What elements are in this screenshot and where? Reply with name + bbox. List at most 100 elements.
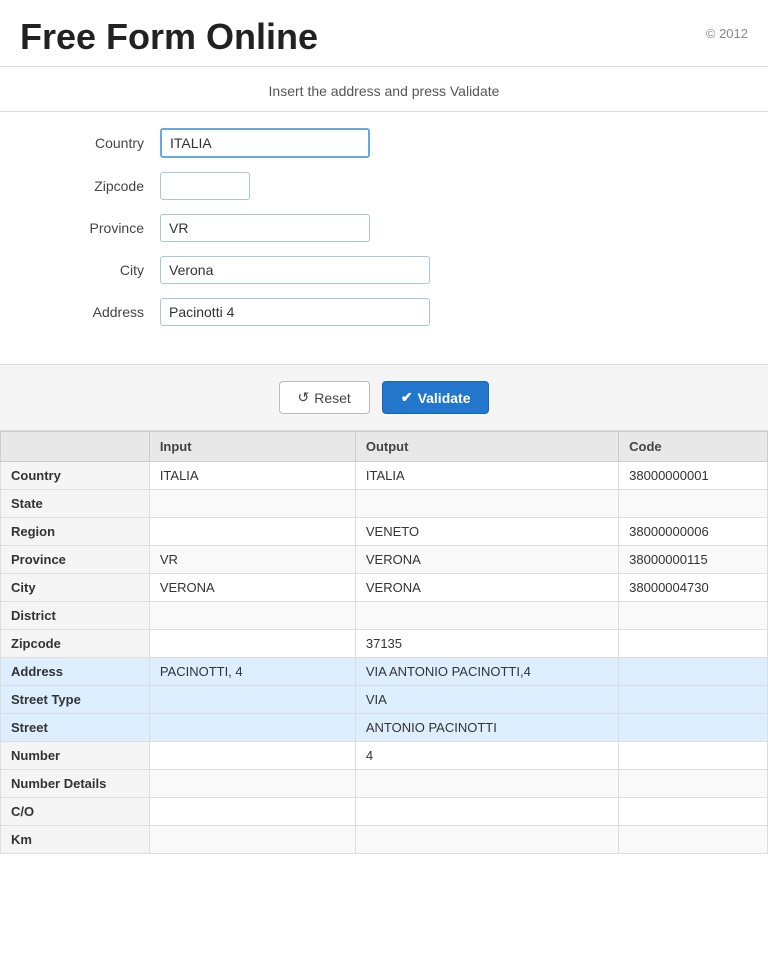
row-input (149, 630, 355, 658)
row-label: Province (1, 546, 150, 574)
country-label: Country (60, 135, 160, 151)
table-row: Street Type VIA (1, 686, 768, 714)
row-label: Zipcode (1, 630, 150, 658)
row-code (619, 742, 768, 770)
row-code: 38000004730 (619, 574, 768, 602)
row-label: Number (1, 742, 150, 770)
row-output: ANTONIO PACINOTTI (355, 714, 618, 742)
row-output: VERONA (355, 546, 618, 574)
table-row: District (1, 602, 768, 630)
table-row: Number4 (1, 742, 768, 770)
reset-icon: ↺ (298, 389, 310, 406)
row-input: PACINOTTI, 4 (149, 658, 355, 686)
table-row: Zipcode 37135 (1, 630, 768, 658)
results-table: Input Output Code CountryITALIAITALIA380… (0, 431, 768, 854)
row-input (149, 798, 355, 826)
address-label: Address (60, 304, 160, 320)
row-input (149, 686, 355, 714)
table-row: Region VENETO38000000006 (1, 518, 768, 546)
row-label: Street (1, 714, 150, 742)
row-output: 37135 (355, 630, 618, 658)
row-code (619, 714, 768, 742)
table-row: ProvinceVRVERONA38000000115 (1, 546, 768, 574)
row-output: VIA (355, 686, 618, 714)
row-output: VIA ANTONIO PACINOTTI,4 (355, 658, 618, 686)
row-input: ITALIA (149, 462, 355, 490)
page-title: Free Form Online (20, 16, 318, 58)
row-input: VR (149, 546, 355, 574)
row-code (619, 770, 768, 798)
country-input[interactable] (160, 128, 370, 158)
province-input[interactable] (160, 214, 370, 242)
form-subtitle: Insert the address and press Validate (0, 67, 768, 112)
row-input (149, 742, 355, 770)
page-header: Free Form Online © 2012 (0, 0, 768, 67)
col-header-output: Output (355, 432, 618, 462)
row-input (149, 518, 355, 546)
col-header-input: Input (149, 432, 355, 462)
row-output (355, 798, 618, 826)
row-output (355, 826, 618, 854)
address-input[interactable] (160, 298, 430, 326)
row-output: VENETO (355, 518, 618, 546)
row-code (619, 826, 768, 854)
province-label: Province (60, 220, 160, 236)
row-label: Number Details (1, 770, 150, 798)
row-label: Km (1, 826, 150, 854)
table-row: Street ANTONIO PACINOTTI (1, 714, 768, 742)
row-label: Street Type (1, 686, 150, 714)
row-output: VERONA (355, 574, 618, 602)
row-output (355, 490, 618, 518)
row-input (149, 602, 355, 630)
address-form: Country Zipcode Province City Address (0, 112, 768, 356)
province-row: Province (60, 214, 708, 242)
validate-label: Validate (418, 390, 471, 406)
table-row: Number Details (1, 770, 768, 798)
row-label: State (1, 490, 150, 518)
row-input (149, 490, 355, 518)
row-output (355, 602, 618, 630)
row-label: Region (1, 518, 150, 546)
table-row: C/O (1, 798, 768, 826)
col-header-label (1, 432, 150, 462)
row-label: Address (1, 658, 150, 686)
row-code (619, 490, 768, 518)
zipcode-input[interactable] (160, 172, 250, 200)
table-row: AddressPACINOTTI, 4VIA ANTONIO PACINOTTI… (1, 658, 768, 686)
row-input: VERONA (149, 574, 355, 602)
zipcode-label: Zipcode (60, 178, 160, 194)
row-code (619, 630, 768, 658)
city-input[interactable] (160, 256, 430, 284)
city-label: City (60, 262, 160, 278)
row-code: 38000000115 (619, 546, 768, 574)
row-input (149, 770, 355, 798)
row-code: 38000000006 (619, 518, 768, 546)
row-code (619, 658, 768, 686)
copyright-text: © 2012 (706, 26, 748, 41)
col-header-code: Code (619, 432, 768, 462)
validate-icon: ✔ (401, 389, 413, 406)
address-row: Address (60, 298, 708, 326)
row-code: 38000000001 (619, 462, 768, 490)
city-row: City (60, 256, 708, 284)
row-code (619, 798, 768, 826)
row-code (619, 686, 768, 714)
row-output (355, 770, 618, 798)
action-bar: ↺ Reset ✔ Validate (0, 364, 768, 431)
table-header-row: Input Output Code (1, 432, 768, 462)
row-label: City (1, 574, 150, 602)
country-row: Country (60, 128, 708, 158)
row-code (619, 602, 768, 630)
row-label: C/O (1, 798, 150, 826)
reset-button[interactable]: ↺ Reset (279, 381, 370, 414)
table-row: State (1, 490, 768, 518)
row-input (149, 714, 355, 742)
zipcode-row: Zipcode (60, 172, 708, 200)
row-input (149, 826, 355, 854)
validate-button[interactable]: ✔ Validate (382, 381, 490, 414)
reset-label: Reset (314, 390, 351, 406)
row-output: ITALIA (355, 462, 618, 490)
table-row: CityVERONAVERONA38000004730 (1, 574, 768, 602)
table-row: Km (1, 826, 768, 854)
table-row: CountryITALIAITALIA38000000001 (1, 462, 768, 490)
